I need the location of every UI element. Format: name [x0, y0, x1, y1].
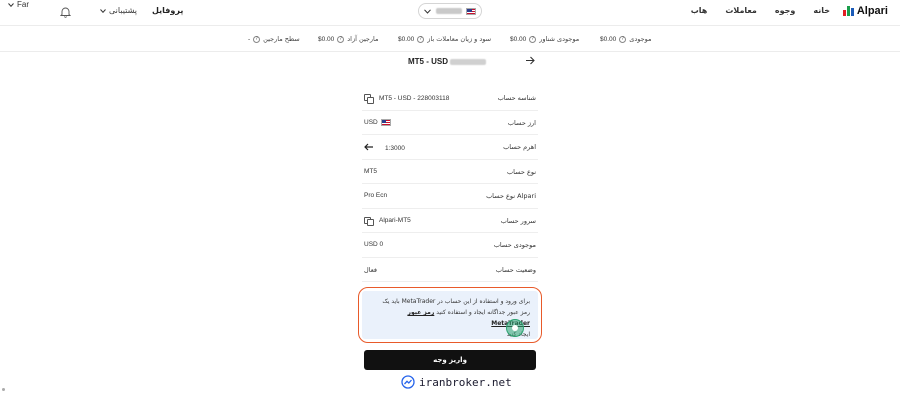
logo-mark-icon: [842, 6, 854, 16]
corner-dot: [2, 388, 5, 391]
row-value: USD 0: [364, 241, 384, 248]
main-nav: خانه وجوه معاملات هاب: [691, 6, 830, 15]
notice-line-1: برای ورود و استفاده از این حساب در MetaT…: [382, 298, 530, 305]
account-stats-bar: $0.00 ? موجودی $0.00 ? موجودی شناور $0.0…: [0, 26, 900, 52]
page-title-text: MT5 - USD: [408, 57, 448, 66]
profile-link[interactable]: پروفایل: [152, 6, 183, 15]
copy-icon[interactable]: [364, 94, 374, 104]
stat-free-margin: $0.00 ? مارجین آزاد: [318, 35, 379, 43]
stat-open-pl-value: $0.00: [398, 35, 415, 43]
row-account-type: نوع حساب MT5: [362, 160, 538, 184]
trend-chart-icon: [401, 375, 415, 389]
stat-margin-level-label: سطح مارجین: [263, 35, 300, 43]
arrow-right-back-icon[interactable]: [525, 55, 535, 68]
support-label: پشتیبانی: [109, 6, 137, 15]
stat-floating-balance-label: موجودی شناور: [539, 35, 580, 43]
info-icon[interactable]: ?: [253, 35, 261, 43]
row-label: سرور حساب: [500, 216, 536, 225]
row-value: USD: [364, 118, 391, 126]
row-status: وضعیت حساب فعال: [362, 258, 538, 282]
stat-open-pl: $0.00 ? سود و زیان معاملات باز: [398, 35, 491, 43]
deposit-button[interactable]: واریز وجه: [364, 350, 536, 370]
stat-balance: $0.00 ? موجودی: [600, 35, 651, 43]
row-label: ارز حساب: [507, 118, 536, 127]
stat-margin-level-value: -: [248, 35, 251, 43]
copy-icon[interactable]: [364, 216, 374, 226]
us-flag-icon: [466, 7, 476, 15]
row-value: Alpari-MT5: [364, 216, 411, 226]
row-alpari-account-type: نوع حساب Alpari Pro Ecn: [362, 184, 538, 209]
row-value: 1:3000: [364, 143, 405, 153]
language-label: Far: [17, 0, 29, 9]
row-leverage: اهرم حساب 1:3000: [362, 135, 538, 160]
arrow-left-icon[interactable]: [364, 143, 374, 153]
row-currency: ارز حساب USD: [362, 111, 538, 135]
logo[interactable]: Alpari: [842, 5, 888, 17]
page-title: MT5 - USD: [408, 57, 486, 66]
row-label: موجودی حساب: [493, 241, 536, 249]
row-value: فعال: [364, 266, 377, 274]
top-navbar: Alpari خانه وجوه معاملات هاب Far پشتیبان…: [0, 0, 900, 26]
row-label: نوع حساب Alpari: [486, 192, 536, 200]
nav-link-funds[interactable]: وجوه: [775, 6, 795, 15]
account-selector[interactable]: [418, 3, 482, 19]
support-menu[interactable]: پشتیبانی: [100, 6, 137, 15]
row-label: شناسه حساب: [497, 94, 536, 102]
row-account-id: شناسه حساب MT5 - USD - 228003118: [362, 86, 538, 111]
notice-content: برای ورود و استفاده از این حساب در MetaT…: [362, 291, 538, 339]
row-label: نوع حساب: [506, 167, 536, 176]
stat-floating-balance: $0.00 ? موجودی شناور: [510, 35, 579, 43]
chevron-down-icon: [8, 0, 14, 9]
nav-link-home[interactable]: خانه: [813, 6, 830, 15]
server-value: Alpari-MT5: [379, 217, 411, 224]
leverage-value: 1:3000: [385, 144, 405, 152]
nav-link-hub[interactable]: هاب: [691, 6, 708, 15]
row-value: Pro Ecn: [364, 192, 388, 199]
stat-free-margin-value: $0.00: [318, 35, 335, 43]
stat-floating-balance-value: $0.00: [510, 35, 527, 43]
currency-value: USD: [364, 118, 378, 126]
chevron-down-icon: [100, 6, 106, 15]
notification-bell-icon[interactable]: [59, 6, 72, 18]
watermark-text: iranbroker.net: [419, 375, 512, 389]
stat-balance-label: موجودی: [629, 35, 652, 43]
account-details-list: شناسه حساب MT5 - USD - 228003118 ارز حسا…: [362, 86, 538, 282]
account-number-blurred: [435, 8, 462, 14]
language-selector[interactable]: Far: [8, 0, 29, 9]
account-details-header: MT5 - USD: [365, 53, 537, 71]
nav-link-trading[interactable]: معاملات: [725, 6, 757, 15]
chevron-down-icon: [424, 7, 431, 16]
row-value: MT5 - USD - 228003118: [364, 94, 450, 104]
row-server: سرور حساب Alpari-MT5: [362, 209, 538, 233]
account-id-value: MT5 - USD - 228003118: [379, 94, 450, 102]
row-value: MT5: [364, 167, 377, 175]
stat-margin-level: - ? سطح مارجین: [248, 35, 300, 43]
stat-free-margin-label: مارجین آزاد: [347, 35, 379, 43]
stat-balance-value: $0.00: [600, 35, 617, 43]
click-cursor-indicator: [506, 319, 524, 337]
metatrader-password-notice: برای ورود و استفاده از این حساب در MetaT…: [358, 287, 542, 343]
row-label: اهرم حساب: [503, 143, 536, 151]
notice-text: رمز عبور جداگانه ایجاد و استفاده کنید: [436, 309, 530, 316]
logo-text: Alpari: [856, 5, 888, 17]
account-number-blurred: [450, 58, 486, 65]
row-balance: موجودی حساب USD 0: [362, 233, 538, 258]
info-icon[interactable]: ?: [337, 35, 345, 43]
stat-open-pl-label: سود و زیان معاملات باز: [427, 35, 492, 43]
us-flag-icon: [380, 118, 391, 126]
info-icon[interactable]: ?: [619, 35, 627, 43]
row-label: وضعیت حساب: [495, 265, 536, 274]
info-icon[interactable]: ?: [529, 35, 537, 43]
watermark: iranbroker.net: [401, 375, 512, 389]
info-icon[interactable]: ?: [417, 35, 425, 43]
